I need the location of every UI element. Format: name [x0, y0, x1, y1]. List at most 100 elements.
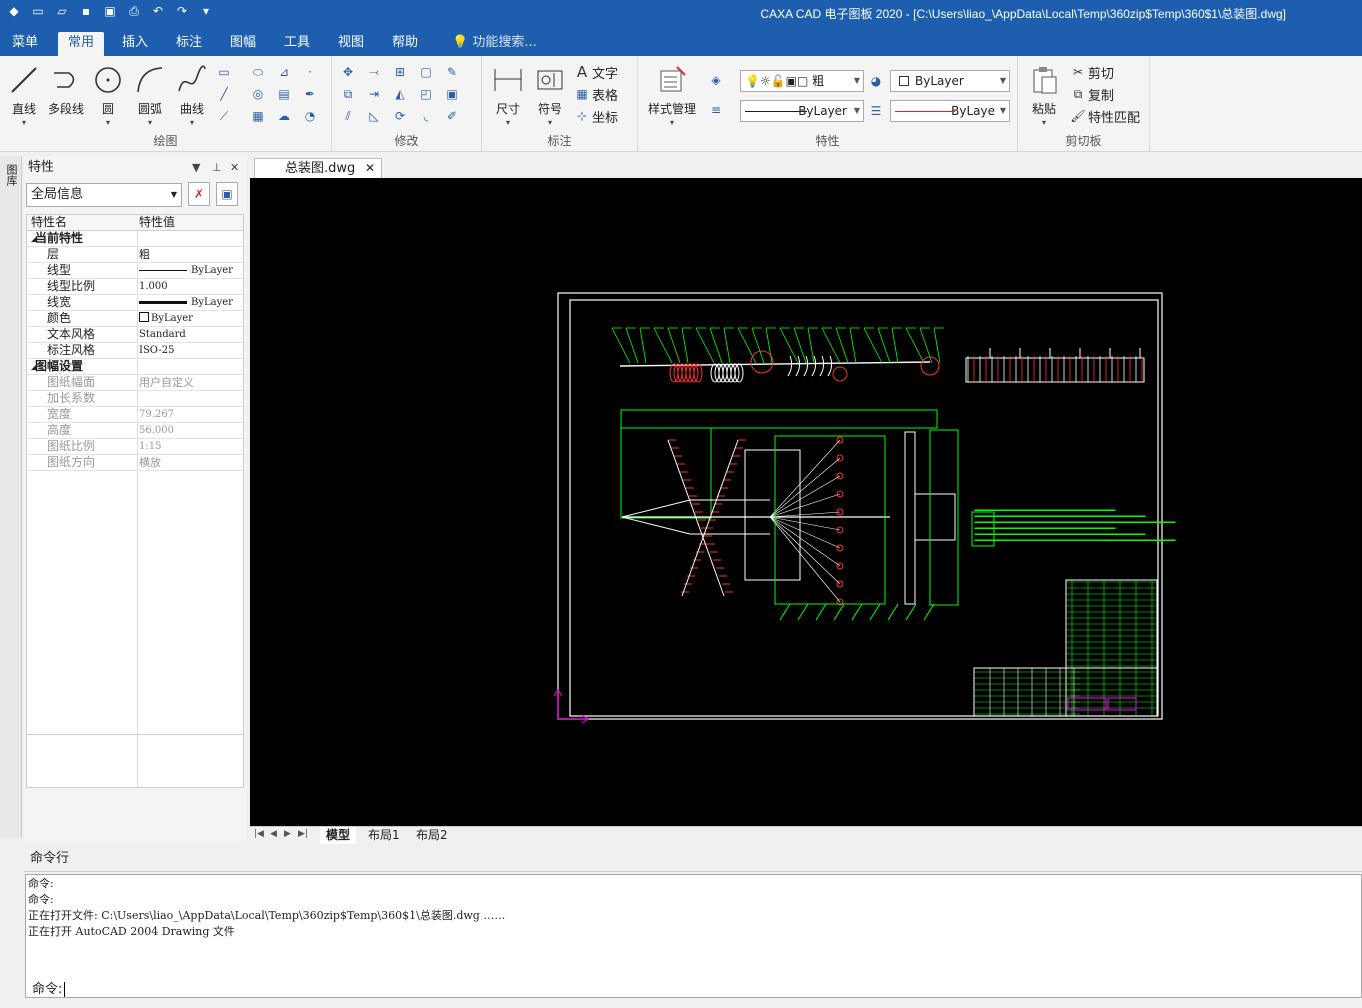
text-label[interactable]: 文字	[592, 63, 618, 82]
cut-icon[interactable]: ✂	[1070, 64, 1086, 80]
ellipse-icon[interactable]: ⬭	[250, 64, 266, 80]
offset-icon[interactable]: ⫽	[340, 108, 356, 124]
symbol-button[interactable]: 符号 ▾	[530, 64, 570, 127]
redo-icon[interactable]: ↷	[174, 3, 190, 19]
prev-layout-icon[interactable]: ◀	[270, 829, 277, 839]
property-row[interactable]: 线型 ByLayer	[27, 263, 243, 279]
save-as-icon[interactable]: ▣	[102, 3, 118, 19]
layer-manager-icon[interactable]: ◈	[708, 72, 724, 88]
lineweight-icon[interactable]: ☰	[868, 103, 884, 119]
save-icon[interactable]: ▪	[78, 3, 94, 19]
property-row[interactable]: 图纸幅面 用户自定义	[27, 375, 243, 391]
tab-tools[interactable]: 工具	[274, 32, 320, 56]
new-file-icon[interactable]: ▭	[30, 3, 46, 19]
property-row[interactable]: 高度 56.000	[27, 423, 243, 439]
arc-button[interactable]: 圆弧 ▾	[130, 64, 170, 127]
spiral-icon[interactable]: ◔	[302, 108, 318, 124]
property-value[interactable]: Standard	[139, 327, 243, 342]
property-value-cell[interactable]: ByLayer	[139, 295, 243, 310]
paste-button[interactable]: 粘贴 ▾	[1024, 64, 1064, 127]
layer-combo[interactable]: 💡☼🔓▣□ 粗 ▼	[740, 70, 864, 92]
move-icon[interactable]: ✥	[340, 64, 356, 80]
drawing-canvas[interactable]	[250, 178, 1362, 826]
match-properties-icon[interactable]: 🖌	[1070, 108, 1086, 124]
close-icon[interactable]: ✕	[230, 156, 239, 180]
property-row[interactable]: 文本风格 Standard	[27, 327, 243, 343]
tab-view[interactable]: 视图	[328, 32, 374, 56]
group-current-properties[interactable]: ◢ 当前特性	[27, 231, 243, 247]
property-value[interactable]: ByLayer	[191, 265, 233, 276]
layout-tab-1[interactable]: 布局1	[362, 827, 406, 844]
property-row[interactable]: 层粗	[27, 247, 243, 263]
quick-select-button[interactable]: ▣	[216, 182, 238, 206]
property-row[interactable]: 图纸比例 1:15	[27, 439, 243, 455]
tab-common[interactable]: 常用	[58, 32, 105, 56]
panel-menu-icon[interactable]: ▼	[192, 156, 200, 180]
property-value[interactable]: ByLayer	[191, 297, 233, 308]
explode-icon[interactable]: ▣	[444, 86, 460, 102]
trim-icon[interactable]: ⤙	[366, 64, 382, 80]
table-label[interactable]: 表格	[592, 85, 618, 104]
group-sheet-settings[interactable]: ◢ 图幅设置	[27, 359, 243, 375]
linewidth-combo[interactable]: ByLaye ▼	[890, 100, 1010, 122]
cloud-icon[interactable]: ☁	[276, 108, 292, 124]
polygon-icon[interactable]: ⊿	[276, 64, 292, 80]
scale-icon[interactable]: ◰	[418, 86, 434, 102]
feature-search[interactable]: 💡 功能搜索...	[452, 32, 537, 54]
rectangle-icon[interactable]: ▭	[216, 64, 232, 80]
tab-annotate[interactable]: 标注	[166, 32, 212, 56]
property-row[interactable]: 加长系数	[27, 391, 243, 407]
fillet-icon[interactable]: ◟	[418, 108, 434, 124]
fill-icon[interactable]: ▦	[250, 108, 266, 124]
line-button[interactable]: 直线 ▾	[4, 64, 44, 127]
property-value-cell[interactable]: ByLayer	[139, 263, 243, 278]
linetype-combo[interactable]: ByLayer ▼	[740, 100, 864, 122]
tab-menu[interactable]: 菜单	[2, 32, 48, 56]
copy-label[interactable]: 复制	[1088, 85, 1114, 104]
property-value[interactable]: 1.000	[139, 279, 243, 294]
property-row[interactable]: 宽度 79.267	[27, 407, 243, 423]
coord-label[interactable]: 坐标	[592, 107, 618, 126]
style-manager-button[interactable]: 样式管理 ▾	[644, 64, 700, 127]
property-value-cell[interactable]: ByLayer	[139, 311, 243, 326]
pen-icon[interactable]: ✒	[302, 86, 318, 102]
eraser-icon[interactable]: ✎	[444, 64, 460, 80]
property-value[interactable]: 粗	[139, 247, 243, 262]
tab-sheet[interactable]: 图幅	[220, 32, 266, 56]
color-combo[interactable]: ByLayer ▼	[890, 70, 1010, 92]
command-input[interactable]: 命令:	[25, 970, 1362, 998]
property-value[interactable]: ISO-25	[139, 343, 243, 358]
layout-tab-model[interactable]: 模型	[320, 827, 357, 844]
color-wheel-icon[interactable]: ◕	[868, 73, 884, 89]
table-icon[interactable]: ▦	[574, 86, 590, 102]
undo-icon[interactable]: ↶	[150, 3, 166, 19]
property-row[interactable]: 标注风格 ISO-25	[27, 343, 243, 359]
array-icon[interactable]: ⊞	[392, 64, 408, 80]
circle-button[interactable]: 圆 ▾	[88, 64, 128, 127]
next-layout-icon[interactable]: ▶	[284, 829, 291, 839]
tab-insert[interactable]: 插入	[112, 32, 158, 56]
library-tab[interactable]: 图库	[4, 164, 18, 186]
stretch-icon[interactable]: ▢	[418, 64, 434, 80]
rotate-icon[interactable]: ⟳	[392, 108, 408, 124]
coordinate-icon[interactable]: ⊹	[574, 108, 590, 124]
match-label[interactable]: 特性匹配	[1088, 107, 1140, 126]
property-row[interactable]: 线宽 ByLayer	[27, 295, 243, 311]
extend-icon[interactable]: ⇥	[366, 86, 382, 102]
tab-help[interactable]: 帮助	[382, 32, 428, 56]
block-icon[interactable]: ▤	[276, 86, 292, 102]
print-icon[interactable]: ⎙	[126, 3, 142, 19]
property-row[interactable]: 线型比例 1.000	[27, 279, 243, 295]
property-value[interactable]: ByLayer	[151, 313, 193, 324]
construction-line-icon[interactable]: ⟋	[216, 108, 232, 124]
curve-button[interactable]: 曲线 ▾	[172, 64, 212, 127]
app-logo-icon[interactable]: ◆	[6, 3, 22, 19]
text-icon[interactable]: A	[574, 63, 590, 81]
polyline-button[interactable]: 多段线	[46, 64, 86, 117]
mirror-icon[interactable]: ◭	[392, 86, 408, 102]
layout-tab-2[interactable]: 布局2	[410, 827, 454, 844]
customize-toolbar-icon[interactable]: ▾	[198, 3, 214, 19]
clear-selection-button[interactable]: ✗	[188, 182, 210, 206]
property-row[interactable]: 颜色 ByLayer	[27, 311, 243, 327]
point-icon[interactable]: ·	[302, 64, 318, 80]
